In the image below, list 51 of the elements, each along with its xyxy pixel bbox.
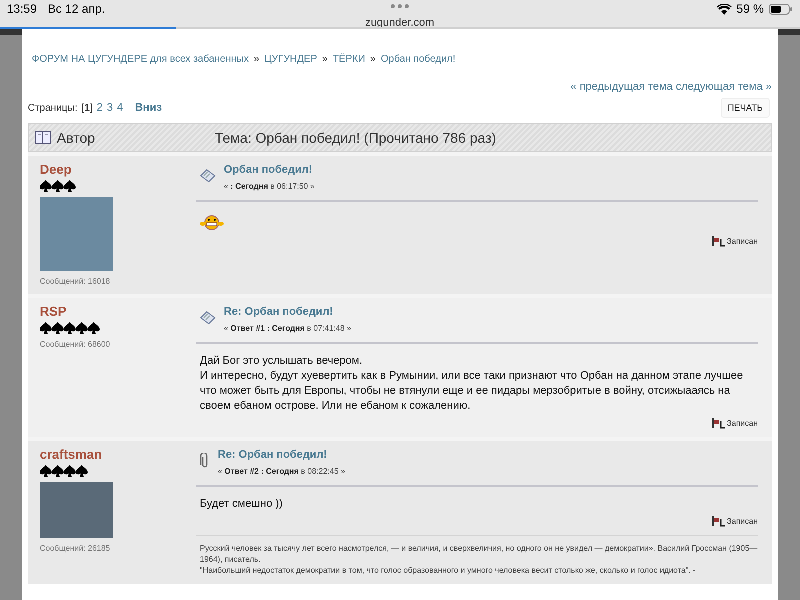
post-count: Сообщений: 68600 <box>40 340 112 349</box>
post-title-link[interactable]: Re: Орбан победил! <box>218 449 346 461</box>
author-name[interactable]: RSP <box>40 304 196 319</box>
book-icon <box>35 131 51 144</box>
topic-heading: Тема: Орбан победил! (Прочитано 786 раз) <box>215 130 496 146</box>
post-title-link[interactable]: Орбан победил! <box>224 164 315 176</box>
signature-text: Русский человек за тысячу лет всего насмотрелся, — и величия, и сверхвеличия, но одного он не увидел — демократии». Василий Гроссман (1905—1964), писатель. <box>200 543 758 565</box>
breadcrumb-separator: » <box>322 54 328 65</box>
author-column-heading: Автор <box>57 130 96 146</box>
author-name[interactable]: Deep <box>40 162 196 177</box>
breadcrumb-link[interactable]: Орбан победил! <box>380 54 456 65</box>
breadcrumb-link[interactable]: ТЁРКИ <box>332 54 366 65</box>
breadcrumb-separator: » <box>254 54 260 65</box>
post-status-icon <box>712 417 726 429</box>
signature-text: "Наибольший недостаток демократии в том, что голос образованного и умного человека весит столько же, сколько и голос идиота". - <box>200 565 697 576</box>
post-status-icon <box>712 235 726 247</box>
post-meta: « : Сегодня в 06:17:50 » <box>224 182 315 191</box>
breadcrumb-separator: » <box>370 54 376 65</box>
saved-label: Записан <box>727 516 758 526</box>
document-icon <box>200 310 216 326</box>
post-text: Будет смешно )) <box>200 497 284 512</box>
down-link[interactable]: Вниз <box>135 102 162 114</box>
post-count: Сообщений: 16018 <box>40 277 112 286</box>
post-count: Сообщений: 26185 <box>40 544 112 553</box>
page-link[interactable]: 2 <box>96 102 103 114</box>
saved-label: Записан <box>727 236 758 246</box>
saved-label: Записан <box>727 418 758 428</box>
battery-icon <box>769 4 793 14</box>
more-dots-icon[interactable] <box>390 4 410 9</box>
author-name[interactable]: craftsman <box>40 447 196 462</box>
page-link[interactable]: 4 <box>117 102 124 114</box>
post-title-link[interactable]: Re: Орбан победил! <box>224 306 352 318</box>
breadcrumb-link[interactable]: ЦУГУНДЕР <box>264 54 318 65</box>
url-address[interactable]: zugunder.com <box>0 17 800 29</box>
post-status-icon <box>712 515 726 527</box>
post-text: И интересно, будут хуевертить как в Румынии, или все таки признают что Орбан на данном этапе лучшее что может быть для Европы, чтобы не втянули еще и ее пидары мерзобритые в войну, отсижыааясь на своем ебаном острове. Или не ебаном к сожалению. <box>200 369 744 414</box>
pages-label: Страницы: <box>28 102 78 114</box>
paperclip-icon <box>200 453 210 469</box>
post-meta: « Ответ #2 : Сегодня в 08:22:45 » <box>218 467 346 476</box>
post-text: Дай Бог это услышать вечером. <box>200 354 364 369</box>
print-button[interactable]: ПЕЧАТЬ <box>720 98 770 118</box>
status-time: 13:59 <box>7 2 38 16</box>
status-date: Вс 12 апр. <box>48 2 106 16</box>
battery-percent: 59 % <box>736 2 764 16</box>
wifi-icon <box>716 4 732 14</box>
breadcrumb-link[interactable]: ФОРУМ НА ЦУГУНДЕРЕ для всех забаненных <box>32 54 249 65</box>
page-link[interactable]: 3 <box>106 102 114 114</box>
post-meta: « Ответ #1 : Сегодня в 07:41:48 » <box>224 324 352 333</box>
current-page: [1] <box>82 102 93 114</box>
document-icon <box>200 168 216 184</box>
topic-nav-link[interactable]: « предыдущая тема следующая тема » <box>570 81 772 93</box>
